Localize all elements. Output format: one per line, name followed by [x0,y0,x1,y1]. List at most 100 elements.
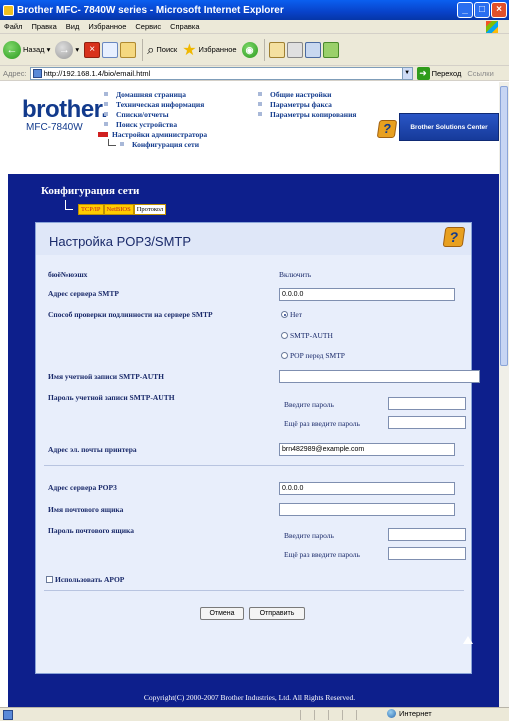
nav-copy-settings-label: Параметры копирования [270,109,357,119]
smtp-account-input[interactable] [279,370,480,383]
nav-home[interactable]: Домашняя страница [104,89,207,99]
nav-admin-settings[interactable]: Настройки администратора [98,129,207,139]
vertical-scrollbar[interactable] [499,82,509,707]
nav-network-config-label: Конфигурация сети [132,139,200,149]
auth-pop-before-smtp-label: POP перед SMTP [290,351,345,360]
apop-checkbox[interactable]: Использовать APOP [46,575,124,584]
nav-fax-settings[interactable]: Параметры факса [258,99,356,109]
help-icon[interactable]: ? [442,227,466,247]
status-cell [356,710,370,720]
menu-file[interactable]: Файл [4,22,22,31]
menu-edit[interactable]: Правка [31,22,56,31]
media-icon[interactable]: ◉ [241,41,258,58]
auth-none-radio[interactable]: Нет [281,310,302,319]
menu-bar: Файл Правка Вид Избранное Сервис Справка [0,20,509,34]
solutions-center-link[interactable]: Brother Solutions Center [399,113,499,141]
protocol-tabs: TCP/IP NetBIOS Протокол [78,204,167,215]
search-label: Поиск [156,45,178,54]
links-button[interactable]: Ссылки [467,69,493,78]
auth-pop-before-smtp-radio[interactable]: POP перед SMTP [281,351,345,360]
messenger-icon[interactable] [322,41,339,58]
nav-network-config[interactable]: Конфигурация сети [104,138,207,149]
scrollbar-thumb[interactable] [500,86,508,366]
smtp-server-label: Адрес сервера SMTP [48,289,119,298]
printer-email-input[interactable]: brn482989@example.com [279,443,455,456]
pop3-server-input[interactable]: 0.0.0.0 [279,482,455,495]
dropdown-arrow-icon[interactable]: ▾ [45,45,51,54]
cancel-button[interactable]: Отмена [200,607,244,620]
mailbox-reenter-password-label: Ещё раз введите пароль [284,550,360,559]
security-zone: Интернет [387,709,432,718]
auth-smtp-auth-radio[interactable]: SMTP-AUTH [281,331,333,340]
mailbox-password-input[interactable] [388,528,466,541]
maximize-icon[interactable]: □ [474,2,490,18]
print-icon[interactable] [286,41,303,58]
page-icon [32,68,42,78]
toolbar-separator [263,38,265,61]
submit-button[interactable]: Отправить [249,607,305,620]
smtp-password-label: Пароль учетной записи SMTP-AUTH [48,393,175,402]
tab-tcpip[interactable]: TCP/IP [78,204,104,215]
nav-general-settings[interactable]: Общие настройки [258,89,356,99]
stop-icon[interactable]: × [84,41,101,58]
forward-arrow-icon: → [55,40,74,59]
refresh-icon[interactable] [102,41,119,58]
mailbox-name-label: Имя почтового ящика [48,505,124,514]
favorites-star-icon: ★ [182,41,197,59]
smtp-server-input[interactable]: 0.0.0.0 [279,288,455,301]
menu-favorites[interactable]: Избранное [88,22,126,31]
pop3-server-label: Адрес сервера POP3 [48,483,117,492]
minimize-icon[interactable]: _ [457,2,473,18]
scroll-to-top-icon[interactable] [463,636,473,644]
nav-find-device[interactable]: Поиск устройства [104,119,207,129]
mailbox-password-label: Пароль почтового ящика [48,526,134,535]
dropdown-arrow-icon[interactable]: ▾ [75,45,79,54]
radio-icon [281,352,288,359]
tree-connector [65,200,73,210]
help-icon[interactable]: ? [376,120,398,138]
status-bar: Интернет [0,707,509,721]
menu-help[interactable]: Справка [170,22,199,31]
smtp-password-confirm-input[interactable] [388,416,466,429]
mailbox-name-input[interactable] [279,503,455,516]
back-button[interactable]: ← Назад ▾ [3,40,51,59]
brother-logo[interactable]: brother. [22,96,108,124]
go-label: Переход [431,68,462,78]
auth-method-label: Способ проверки подлинности на сервере S… [48,310,213,319]
checkbox-icon [46,576,53,583]
mailbox-password-confirm-input[interactable] [388,547,466,560]
bullet-icon [258,92,262,96]
nav-find-device-label: Поиск устройства [116,119,178,129]
smtp-password-input[interactable] [388,397,466,410]
go-button[interactable]: ➜ Переход [416,66,462,80]
home-icon[interactable] [120,41,137,58]
nav-fax-settings-label: Параметры факса [270,99,332,109]
edit-icon[interactable] [304,41,321,58]
bullet-icon [258,102,262,106]
address-dropdown-icon[interactable]: ▼ [401,66,413,80]
section-divider [44,465,464,466]
back-label: Назад [23,45,45,54]
bullet-icon [258,112,262,116]
menu-view[interactable]: Вид [66,22,80,31]
search-button[interactable]: ⌕ Поиск [147,42,177,58]
favorites-button[interactable]: ★ Избранное [182,40,236,60]
bullet-icon [104,122,108,126]
status-label: бюё№юэшх [48,270,88,279]
menu-tools[interactable]: Сервис [135,22,161,31]
address-label: Адрес: [3,68,27,78]
nav-copy-settings[interactable]: Параметры копирования [258,109,356,119]
nav-tech-info[interactable]: Техническая информация [104,99,207,109]
forward-button[interactable]: → ▾ [55,40,79,59]
panel-title: Настройка POP3/SMTP [49,234,192,249]
nav-lists-reports[interactable]: Списки/отчеты [104,109,207,119]
smtp-account-label: Имя учетной записи SMTP-AUTH [48,372,164,381]
address-input[interactable]: http://192.168.1.4/bio/email.html [29,66,413,80]
status-cell [342,710,356,720]
mail-icon[interactable] [268,41,285,58]
nav-left: Домашняя страница Техническая информация… [98,89,207,149]
windows-logo-icon [486,21,498,33]
tab-protocol[interactable]: Протокол [133,204,167,215]
tab-netbios[interactable]: NetBIOS [103,204,134,215]
close-icon[interactable]: × [491,2,507,18]
